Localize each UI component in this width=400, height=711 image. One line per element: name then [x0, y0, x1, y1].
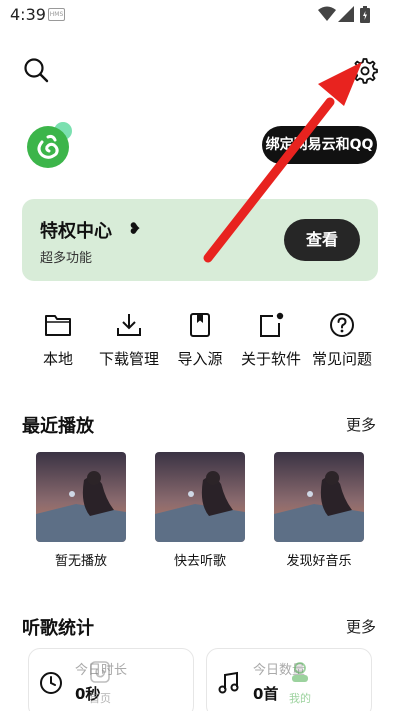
search-button[interactable]	[22, 56, 50, 84]
recent-item-label: 暂无播放	[54, 554, 107, 569]
shortcut-label: 关于软件	[240, 350, 301, 368]
app-logo-icon	[27, 122, 72, 168]
stats-title: 听歌统计	[22, 618, 94, 639]
album-cover	[36, 452, 126, 542]
shortcut-label: 本地	[42, 350, 73, 368]
help-icon	[330, 313, 354, 337]
shortcut-download[interactable]: 下载管理	[89, 312, 169, 369]
shortcut-faq[interactable]: 常见问题	[302, 312, 382, 369]
music-note-icon	[218, 671, 239, 694]
signal-icon	[338, 6, 354, 22]
recent-item-label: 快去听歌	[173, 554, 226, 569]
album-cover	[155, 452, 245, 542]
app-logo[interactable]	[26, 122, 76, 170]
nav-label: 我的	[289, 692, 311, 705]
stats-more-link[interactable]: 更多	[346, 616, 376, 637]
nav-label: 首页	[89, 692, 111, 705]
bind-account-button[interactable]: 绑定网易云和QQ	[262, 126, 377, 164]
note-icon	[260, 312, 284, 337]
recent-item[interactable]: 快去听歌	[145, 452, 255, 569]
home-icon	[90, 661, 110, 683]
status-bar: 4:39 HMS	[0, 0, 400, 30]
folder-icon	[45, 315, 71, 336]
settings-button[interactable]	[350, 56, 378, 84]
recent-title: 最近播放	[22, 416, 94, 437]
book-icon	[190, 313, 210, 337]
status-time: 4:39	[10, 5, 46, 24]
shortcut-label: 导入源	[177, 350, 223, 368]
nav-home[interactable]: 首页	[70, 660, 130, 706]
shortcut-row: 本地 下载管理 导入源 关于软件 常见问题	[0, 312, 400, 382]
album-cover	[274, 452, 364, 542]
download-icon	[117, 314, 141, 336]
recent-item[interactable]: 暂无播放	[26, 452, 136, 569]
clock-icon	[40, 672, 62, 694]
nav-mine[interactable]: 我的	[270, 660, 330, 706]
shortcut-about[interactable]: 关于软件	[231, 312, 311, 369]
vip-title: 特权中心	[40, 221, 112, 242]
wifi-icon	[318, 6, 336, 21]
shortcut-label: 常见问题	[311, 350, 372, 368]
shortcut-label: 下载管理	[98, 350, 159, 368]
recent-item-label: 发现好音乐	[286, 554, 352, 569]
heart-icon: ❥	[128, 219, 142, 238]
vip-card[interactable]: 特权中心 ❥ 超多功能 查看	[22, 199, 378, 281]
user-icon	[292, 662, 308, 682]
shortcut-local[interactable]: 本地	[18, 312, 98, 369]
hms-badge: HMS	[48, 8, 65, 21]
shortcut-import[interactable]: 导入源	[160, 312, 240, 369]
gear-icon	[352, 58, 378, 84]
search-icon	[24, 58, 49, 83]
recent-more-link[interactable]: 更多	[346, 414, 376, 435]
recent-item[interactable]: 发现好音乐	[264, 452, 374, 569]
vip-subtitle: 超多功能	[40, 251, 93, 266]
recent-list: 暂无播放 快去听歌 发现好音乐	[0, 452, 400, 572]
vip-view-button[interactable]: 查看	[284, 219, 360, 261]
battery-icon	[360, 6, 370, 23]
